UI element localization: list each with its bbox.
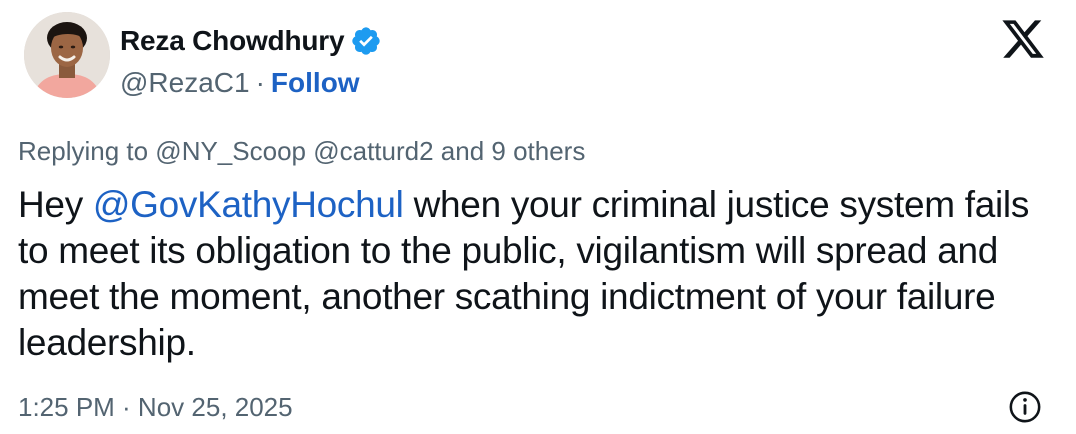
x-logo-icon[interactable] <box>1000 16 1046 62</box>
tweet-card: Reza Chowdhury @RezaC1 · Follow Replying… <box>0 0 1076 434</box>
avatar[interactable] <box>24 12 110 98</box>
avatar-photo <box>24 12 110 98</box>
info-icon[interactable] <box>1008 390 1042 424</box>
tweet-timestamp[interactable]: 1:25 PM · Nov 25, 2025 <box>18 392 293 423</box>
display-name[interactable]: Reza Chowdhury <box>120 25 345 57</box>
mention-link[interactable]: @GovKathyHochul <box>93 184 404 225</box>
handle-row: @RezaC1 · Follow <box>120 64 360 102</box>
follow-button[interactable]: Follow <box>271 67 360 99</box>
separator-dot: · <box>255 67 265 98</box>
verified-badge-icon <box>352 27 381 55</box>
author-name-row: Reza Chowdhury <box>120 22 382 60</box>
author-handle[interactable]: @RezaC1 <box>120 67 250 99</box>
tweet-text: Hey @GovKathyHochul when your criminal j… <box>18 182 1058 366</box>
tweet-text-prefix: Hey <box>18 184 93 225</box>
replying-to-line: Replying to @NY_Scoop @catturd2 and 9 ot… <box>18 136 586 166</box>
